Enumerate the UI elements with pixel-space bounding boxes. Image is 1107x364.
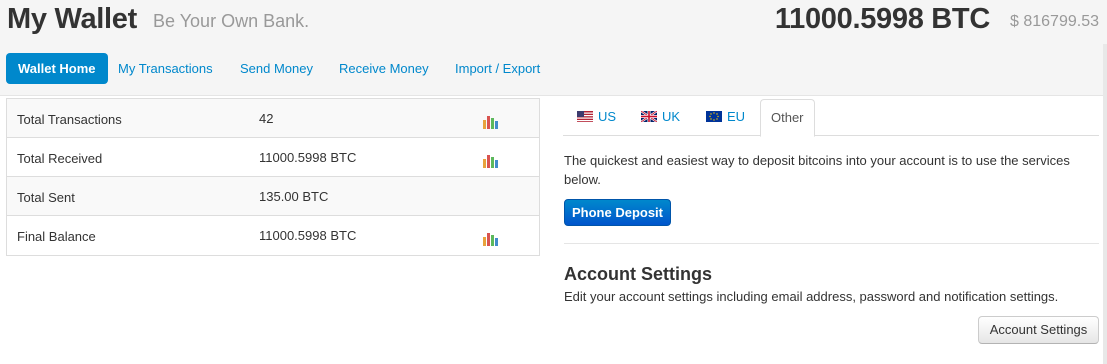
balance-usd: $ 816799.53 <box>1010 13 1099 30</box>
account-settings-button[interactable]: Account Settings <box>978 316 1099 344</box>
tab-label: US <box>598 109 617 124</box>
stats-value: 11000.5998 BTC <box>259 228 357 243</box>
main-nav: Wallet Home My Transactions Send Money R… <box>0 44 1107 96</box>
stats-label: Total Sent <box>17 190 75 205</box>
nav-import-export[interactable]: Import / Export <box>443 53 552 84</box>
table-row: Total Sent 135.00 BTC <box>7 177 539 216</box>
tab-uk[interactable]: UK <box>631 99 690 136</box>
divider <box>564 243 1099 244</box>
stats-value: 11000.5998 BTC <box>259 150 357 165</box>
nav-wallet-home[interactable]: Wallet Home <box>6 53 108 84</box>
app-title: My Wallet <box>7 3 137 35</box>
tab-other[interactable]: Other <box>760 99 815 137</box>
phone-deposit-button[interactable]: Phone Deposit <box>564 199 671 226</box>
page-header: My Wallet Be Your Own Bank. 11000.5998 B… <box>0 0 1107 44</box>
stats-label: Total Received <box>17 151 103 166</box>
bar-chart-icon[interactable] <box>482 230 498 246</box>
account-settings-heading: Account Settings <box>564 264 713 284</box>
tab-eu[interactable]: EU <box>696 99 755 136</box>
stats-table: Total Transactions 42 Total Received 110… <box>6 98 540 256</box>
deposit-description: The quickest and easiest way to deposit … <box>564 153 1070 187</box>
deposit-tabs: US UK EU Other <box>563 99 1099 137</box>
balance-btc: 11000.5998 BTC <box>774 3 990 35</box>
nav-receive-money[interactable]: Receive Money <box>327 53 441 84</box>
tab-us[interactable]: US <box>567 99 626 136</box>
tab-label: UK <box>662 109 681 124</box>
stats-label: Total Transactions <box>17 112 122 127</box>
bar-chart-icon[interactable] <box>482 113 498 129</box>
app-tagline: Be Your Own Bank. <box>153 11 310 31</box>
stats-value: 135.00 BTC <box>259 189 329 204</box>
nav-my-transactions[interactable]: My Transactions <box>106 53 225 84</box>
tab-label: EU <box>727 109 746 124</box>
uk-flag-icon <box>641 111 657 122</box>
table-row: Total Received 11000.5998 BTC <box>7 138 539 177</box>
eu-flag-icon <box>706 111 722 122</box>
us-flag-icon <box>577 111 593 122</box>
stats-value: 42 <box>259 111 274 126</box>
table-row: Total Transactions 42 <box>7 99 539 138</box>
stats-label: Final Balance <box>17 229 96 244</box>
bar-chart-icon[interactable] <box>482 152 498 168</box>
scrollbar[interactable] <box>1103 44 1107 364</box>
table-row: Final Balance 11000.5998 BTC <box>7 216 539 255</box>
nav-send-money[interactable]: Send Money <box>228 53 325 84</box>
account-settings-description: Edit your account settings including ema… <box>564 289 1059 304</box>
